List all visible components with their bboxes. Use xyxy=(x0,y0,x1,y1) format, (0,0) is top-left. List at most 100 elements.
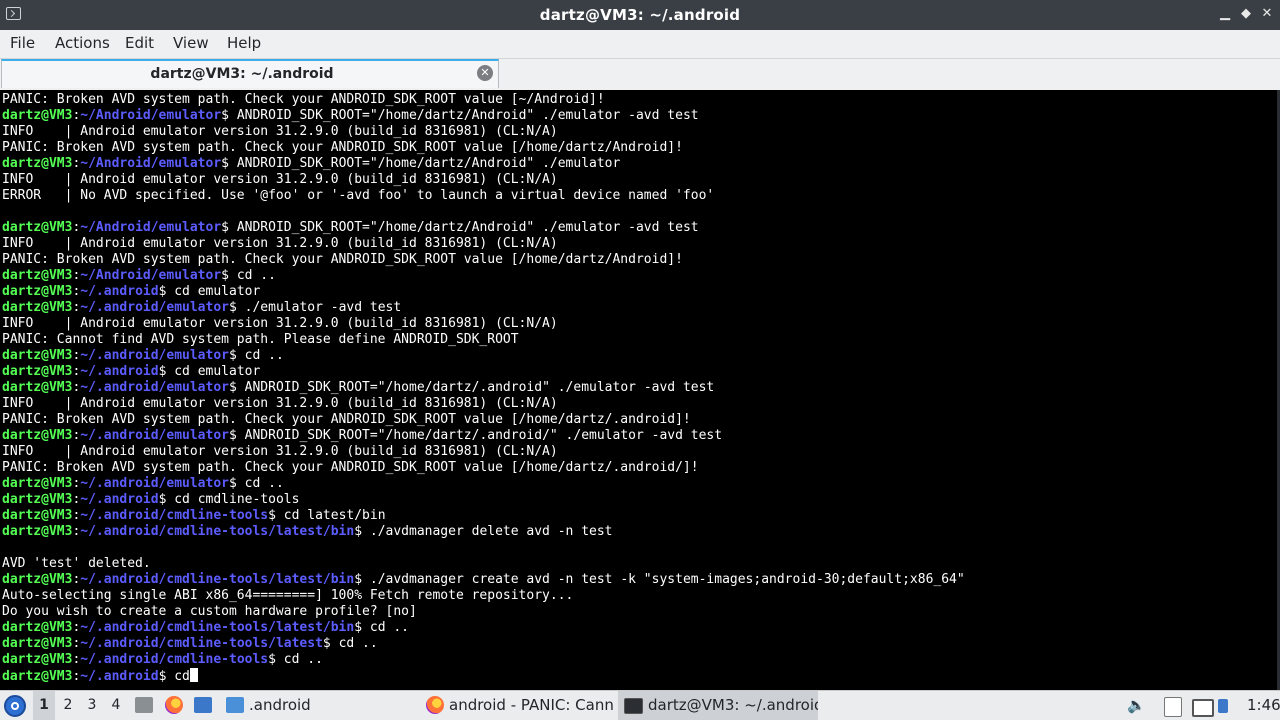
terminal-line: PANIC: Broken AVD system path. Check you… xyxy=(2,140,965,156)
prompt-path: ~/Android/emulator xyxy=(80,268,222,283)
terminal-line: PANIC: Cannot find AVD system path. Plea… xyxy=(2,332,965,348)
command-text: $ cd latest/bin xyxy=(268,508,386,523)
file-manager-icon[interactable] xyxy=(135,697,153,713)
workspace-2[interactable]: 2 xyxy=(57,691,79,720)
prompt-path: ~/.android/cmdline-tools/latest xyxy=(80,636,323,651)
terminal-line: INFO | Android emulator version 31.2.9.0… xyxy=(2,444,965,460)
prompt-path: ~/.android xyxy=(80,492,159,507)
terminal-line: dartz@VM3:~/.android/cmdline-tools/lates… xyxy=(2,524,613,539)
task-folder-label: .android xyxy=(249,696,311,714)
terminal-line: INFO | Android emulator version 31.2.9.0… xyxy=(2,396,965,412)
output-text: PANIC: Broken AVD system path. Check you… xyxy=(2,460,699,475)
window-title: dartz@VM3: ~/.android xyxy=(539,6,741,24)
terminal-line: Auto-selecting single ABI x86_64========… xyxy=(2,588,965,604)
command-text: $ ANDROID_SDK_ROOT="/home/dartz/Android"… xyxy=(221,220,699,235)
terminal-line: dartz@VM3:~/.android/emulator$ ./emulato… xyxy=(2,300,402,315)
prompt-path: ~/.android xyxy=(80,284,159,299)
prompt-user: dartz@VM3 xyxy=(2,284,73,299)
terminal-line: dartz@VM3:~/.android/emulator$ cd .. xyxy=(2,476,284,491)
maximize-button[interactable]: ◆ xyxy=(1238,6,1254,22)
command-text: $ ANDROID_SDK_ROOT="/home/dartz/.android… xyxy=(229,380,715,395)
terminal-line: dartz@VM3:~/.android/cmdline-tools/lates… xyxy=(2,620,410,635)
clipboard-icon[interactable] xyxy=(1164,697,1182,717)
window-titlebar: dartz@VM3: ~/.android ▁ ◆ ✕ xyxy=(0,0,1280,30)
start-menu-icon[interactable] xyxy=(4,695,26,717)
menu-view[interactable]: View xyxy=(171,34,211,52)
terminal-line: dartz@VM3:~/.android$ cd cmdline-tools xyxy=(2,492,300,507)
output-text: INFO | Android emulator version 31.2.9.0… xyxy=(2,444,558,459)
command-text: $ ANDROID_SDK_ROOT="/home/dartz/.android… xyxy=(229,428,723,443)
terminal-line: dartz@VM3:~/.android$ cd emulator xyxy=(2,284,261,299)
output-text: INFO | Android emulator version 31.2.9.0… xyxy=(2,396,558,411)
command-text: $ cd .. xyxy=(268,652,323,667)
display-icon[interactable] xyxy=(1192,699,1214,717)
task-terminal-label: dartz@VM3: ~/.android xyxy=(648,696,818,714)
prompt-path: ~/.android xyxy=(80,364,159,379)
terminal-line: PANIC: Broken AVD system path. Check you… xyxy=(2,460,965,476)
prompt-user: dartz@VM3 xyxy=(2,524,73,539)
prompt-path: ~/.android/cmdline-tools xyxy=(80,652,269,667)
firefox-icon xyxy=(426,696,444,714)
terminal-line: PANIC: Broken AVD system path. Check you… xyxy=(2,412,965,428)
output-text: ERROR | No AVD specified. Use '@foo' or … xyxy=(2,188,715,203)
command-text: $ cd emulator xyxy=(158,284,261,299)
command-text: $ cd .. xyxy=(221,268,276,283)
output-text: INFO | Android emulator version 31.2.9.0… xyxy=(2,124,558,139)
menu-file[interactable]: File xyxy=(8,34,37,52)
firefox-icon[interactable] xyxy=(165,696,183,714)
menu-actions[interactable]: Actions xyxy=(53,34,112,52)
terminal-line: INFO | Android emulator version 31.2.9.0… xyxy=(2,236,965,252)
prompt-user: dartz@VM3 xyxy=(2,108,73,123)
terminal-line: INFO | Android emulator version 31.2.9.0… xyxy=(2,316,965,332)
prompt-path: ~/.android/cmdline-tools/latest/bin xyxy=(80,620,355,635)
prompt-user: dartz@VM3 xyxy=(2,300,73,315)
output-text: Do you wish to create a custom hardware … xyxy=(2,604,417,619)
prompt-path: ~/.android/cmdline-tools xyxy=(80,508,269,523)
clock[interactable]: 1:46 xyxy=(1247,691,1280,720)
terminal-line: dartz@VM3:~/Android/emulator$ ANDROID_SD… xyxy=(2,108,699,123)
task-folder-android[interactable]: .android xyxy=(222,691,412,720)
output-text: PANIC: Broken AVD system path. Check you… xyxy=(2,412,691,427)
terminal-line: dartz@VM3:~/Android/emulator$ cd .. xyxy=(2,268,276,283)
command-text: $ ./avdmanager delete avd -n test xyxy=(354,524,613,539)
prompt-user: dartz@VM3 xyxy=(2,620,73,635)
minimize-button[interactable]: ▁ xyxy=(1217,6,1233,22)
network-icon[interactable] xyxy=(1218,699,1228,713)
terminal-line: ERROR | No AVD specified. Use '@foo' or … xyxy=(2,188,965,204)
menu-help[interactable]: Help xyxy=(225,34,263,52)
close-window-button[interactable]: ✕ xyxy=(1259,6,1275,22)
terminal-icon xyxy=(624,698,643,714)
tab-terminal[interactable]: dartz@VM3: ~/.android ✕ xyxy=(1,59,499,88)
prompt-path: ~/.android/emulator xyxy=(80,348,229,363)
workspace-1[interactable]: 1 xyxy=(33,691,55,720)
prompt-user: dartz@VM3 xyxy=(2,348,73,363)
output-text: PANIC: Broken AVD system path. Check you… xyxy=(2,252,683,267)
desktop-icon[interactable] xyxy=(194,697,212,713)
workspace-3[interactable]: 3 xyxy=(81,691,103,720)
tab-close-icon[interactable]: ✕ xyxy=(477,65,493,81)
prompt-user: dartz@VM3 xyxy=(2,652,73,667)
workspace-4[interactable]: 4 xyxy=(105,691,127,720)
terminal-output: PANIC: Broken AVD system path. Check you… xyxy=(2,92,965,684)
task-browser[interactable]: android - PANIC: Cann… xyxy=(422,691,615,720)
terminal-line: INFO | Android emulator version 31.2.9.0… xyxy=(2,172,965,188)
output-text: PANIC: Broken AVD system path. Check you… xyxy=(2,92,605,107)
terminal-line: dartz@VM3:~/Android/emulator$ ANDROID_SD… xyxy=(2,220,699,235)
menu-bar: File Actions Edit View Help xyxy=(0,30,1280,59)
output-text: AVD 'test' deleted. xyxy=(2,556,151,571)
prompt-path: ~/.android xyxy=(80,669,159,684)
task-terminal[interactable]: dartz@VM3: ~/.android xyxy=(618,691,818,720)
terminal-view[interactable]: PANIC: Broken AVD system path. Check you… xyxy=(0,90,1280,690)
terminal-line: dartz@VM3:~/.android/emulator$ ANDROID_S… xyxy=(2,380,715,395)
prompt-path: ~/.android/emulator xyxy=(80,428,229,443)
menu-edit[interactable]: Edit xyxy=(123,34,156,52)
volume-icon[interactable]: 🔈 xyxy=(1127,697,1146,714)
command-text: $ cd .. xyxy=(229,348,284,363)
prompt-user: dartz@VM3 xyxy=(2,268,73,283)
terminal-line: dartz@VM3:~/.android/cmdline-tools$ cd .… xyxy=(2,652,323,667)
command-text: $ cd .. xyxy=(354,620,410,635)
terminal-line: dartz@VM3:~/.android/emulator$ cd .. xyxy=(2,348,284,363)
prompt-user: dartz@VM3 xyxy=(2,508,73,523)
command-text: $ ./emulator -avd test xyxy=(229,300,402,315)
